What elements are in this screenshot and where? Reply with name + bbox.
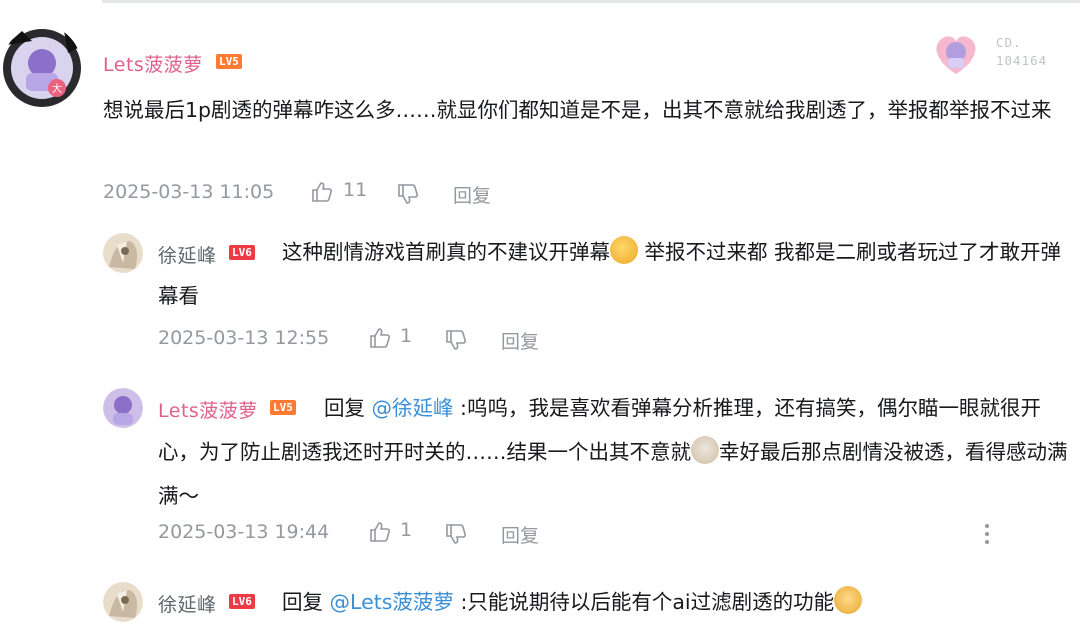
thumbs-up-icon[interactable] (310, 180, 334, 208)
level-badge: LV6 (229, 594, 255, 609)
comment-content: 想说最后1p剧透的弹幕咋这么多……就显你们都知道是不是，出其不意就给我剧透了，举… (103, 98, 1052, 122)
reply-timestamp: 2025-03-13 12:55 (158, 327, 330, 349)
mention-link[interactable]: @Lets菠菠萝 (330, 590, 454, 614)
badge-number: CD. 104164 (996, 35, 1048, 68)
heart-badge-icon (936, 36, 976, 74)
comment-username[interactable]: Lets菠菠萝 (103, 50, 203, 77)
dog-emoji-icon (691, 436, 719, 464)
level-badge: LV5 (216, 54, 242, 69)
reply-content: 回复 @徐延峰 :呜呜，我是喜欢看弹幕分析推理，还有搞笑，偶尔瞄一眼就很开心，为… (158, 396, 1068, 508)
top-divider (102, 0, 1080, 3)
thumbs-down-icon[interactable] (396, 182, 420, 210)
svg-text:大: 大 (52, 82, 62, 95)
reply-username[interactable]: 徐延峰 (158, 590, 217, 617)
avatar-reply-2[interactable] (103, 388, 143, 428)
reply-button[interactable]: 回复 (501, 521, 539, 548)
reply-button[interactable]: 回复 (453, 181, 491, 208)
avatar-reply-3[interactable] (103, 582, 143, 622)
dog-emoji-icon (834, 586, 863, 614)
like-count: 1 (400, 519, 413, 541)
comment-timestamp: 2025-03-13 11:05 (103, 181, 275, 203)
thumbs-up-icon[interactable] (368, 326, 392, 354)
avatar-main[interactable]: 大 (2, 25, 82, 111)
like-count: 11 (343, 179, 368, 201)
like-count: 1 (400, 325, 413, 347)
mention-link[interactable]: @徐延峰 (372, 396, 454, 420)
thumbs-down-icon[interactable] (444, 522, 468, 550)
thumbs-up-icon[interactable] (368, 520, 392, 548)
fan-badge[interactable]: CD. 104164 (930, 28, 1060, 80)
reply-content: 这种剧情游戏首刷真的不建议开弹幕 举报不过来都 我都是二刷或者玩过了才敢开弹幕看 (158, 230, 1070, 318)
reply-content: 回复 @Lets菠菠萝 :只能说期待以后能有个ai过滤剧透的功能 (282, 580, 863, 624)
sad-face-emoji-icon (610, 236, 638, 264)
avatar-reply-1[interactable] (103, 233, 143, 273)
reply-timestamp: 2025-03-13 19:44 (158, 521, 330, 543)
more-options-icon[interactable] (982, 522, 992, 550)
thumbs-down-icon[interactable] (444, 328, 468, 356)
reply-button[interactable]: 回复 (501, 327, 539, 354)
